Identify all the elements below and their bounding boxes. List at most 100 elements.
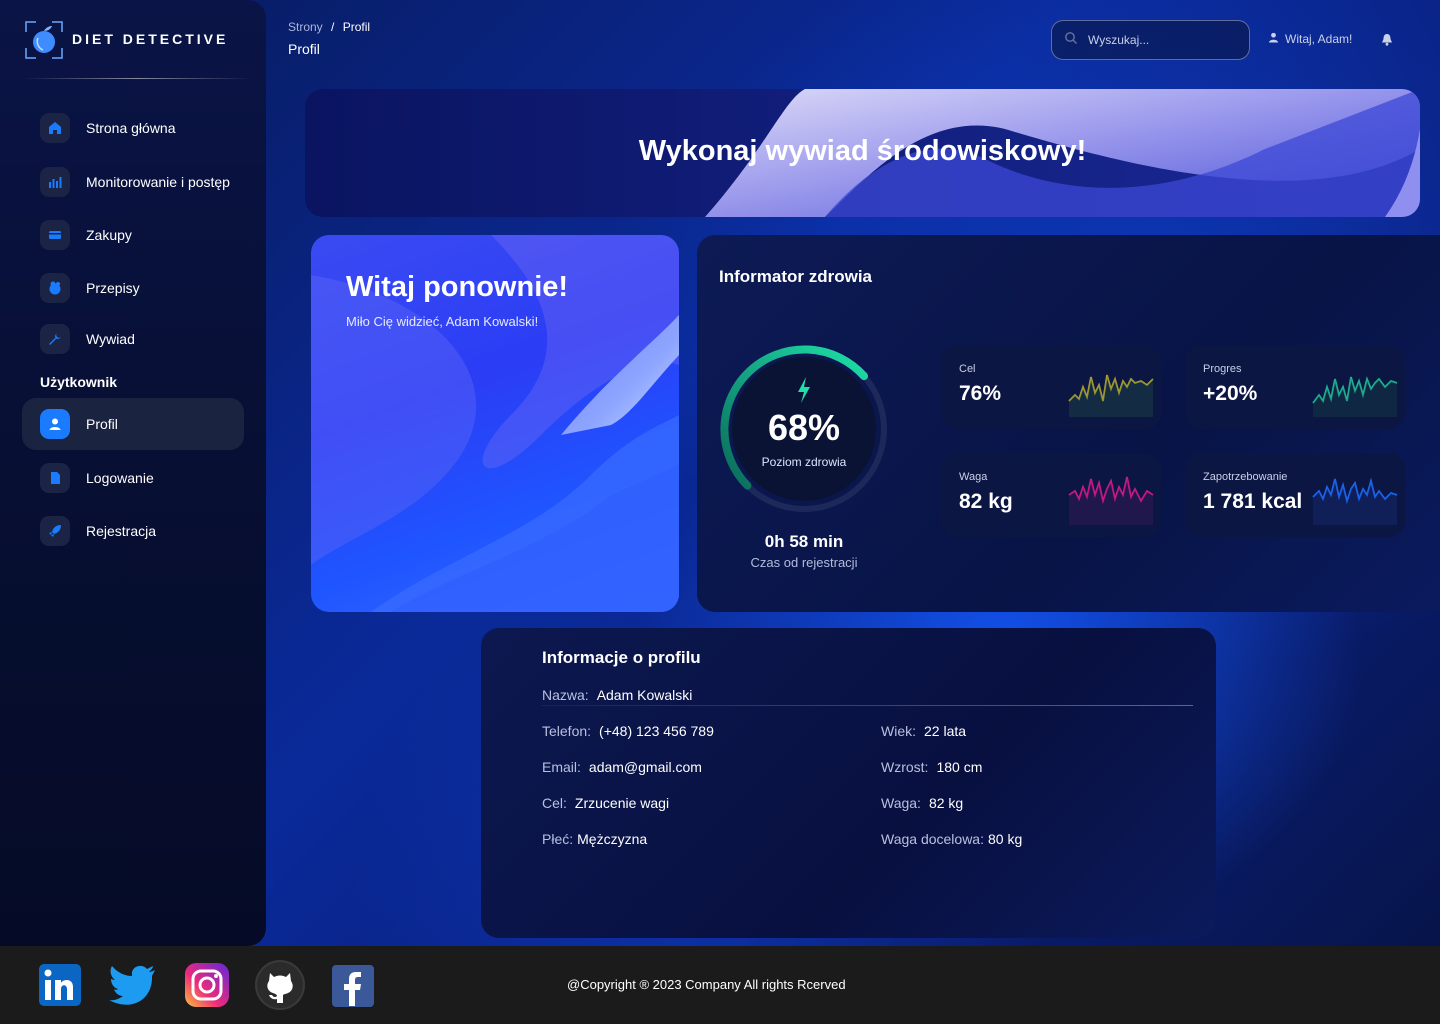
document-icon — [40, 463, 70, 493]
field-value: Mężczyzna — [577, 831, 648, 847]
field-key: Wiek: — [881, 723, 916, 739]
wrench-icon — [40, 324, 70, 354]
sidebar-item-label: Logowanie — [86, 470, 154, 486]
sidebar-item-label: Rejestracja — [86, 523, 157, 539]
sidebar-item-monitoring[interactable]: Monitorowanie i postęp — [22, 156, 244, 208]
health-info-card: Informator zdrowia 68% Poziom zdrowia 0h… — [697, 235, 1440, 612]
sidebar-divider — [22, 78, 252, 79]
stat-label: Waga — [959, 471, 988, 483]
sidebar: DIET DETECTIVE Strona główna Monitorowan… — [0, 0, 266, 946]
stat-value: 1 781 kcal — [1203, 490, 1303, 513]
brand-name: DIET DETECTIVE — [72, 31, 229, 47]
sidebar-item-label: Profil — [86, 416, 118, 432]
recipes-icon — [40, 273, 70, 303]
field-value: (+48) 123 456 789 — [599, 723, 714, 739]
copyright-text: @Copyright ® 2023 Company All rights Rce… — [567, 977, 846, 992]
stat-card-weight[interactable]: Waga 82 kg — [941, 453, 1161, 537]
sidebar-section-title: Użytkownik — [40, 374, 118, 390]
stat-label: Zapotrzebowanie — [1203, 471, 1288, 483]
sidebar-item-register[interactable]: Rejestracja — [22, 505, 244, 557]
sidebar-item-label: Strona główna — [86, 120, 176, 136]
profile-field-height: Wzrost: 180 cm — [881, 759, 982, 775]
profile-info-card: Informacje o profilu — [481, 628, 1216, 938]
sidebar-item-recipes[interactable]: Przepisy — [22, 262, 244, 314]
rocket-icon — [40, 516, 70, 546]
profile-field-goal: Cel: Zrzucenie wagi — [542, 795, 669, 811]
profile-field-name: Nazwa: Adam Kowalski — [542, 687, 692, 703]
field-key: Email: — [542, 759, 581, 775]
banner-title: Wykonaj wywiad środowiskowy! — [638, 135, 1087, 167]
user-menu[interactable]: Witaj, Adam! — [1268, 32, 1352, 46]
search-icon — [1064, 31, 1078, 50]
linkedin-icon[interactable] — [37, 962, 83, 1008]
bell-icon[interactable] — [1381, 33, 1393, 51]
breadcrumb-root[interactable]: Strony — [288, 20, 323, 34]
github-icon[interactable] — [254, 959, 306, 1011]
page-title: Profil — [288, 41, 320, 57]
instagram-icon[interactable] — [184, 962, 230, 1008]
gauge-value: 68% — [767, 407, 841, 448]
stat-card-goal[interactable]: Cel 76% — [941, 345, 1161, 429]
stat-card-progress[interactable]: Progres +20% — [1185, 345, 1405, 429]
search-input[interactable] — [1088, 33, 1238, 47]
sidebar-item-shopping[interactable]: Zakupy — [22, 209, 244, 261]
sidebar-item-interview[interactable]: Wywiad — [22, 313, 244, 365]
profile-title: Informacje o profilu — [542, 648, 701, 667]
profile-field-weight: Waga: 82 kg — [881, 795, 963, 811]
sidebar-item-login[interactable]: Logowanie — [22, 452, 244, 504]
field-key: Waga docelowa: — [881, 831, 984, 847]
profile-field-email: Email: adam@gmail.com — [542, 759, 702, 775]
breadcrumb-current: Profil — [342, 20, 371, 34]
facebook-icon[interactable] — [331, 964, 375, 1008]
field-value: 80 kg — [987, 831, 1023, 847]
sidebar-item-label: Monitorowanie i postęp — [86, 174, 230, 190]
brand[interactable]: DIET DETECTIVE — [24, 20, 229, 59]
field-value: 82 kg — [928, 795, 964, 811]
apple-logo-icon — [24, 20, 63, 59]
profile-field-phone: Telefon: (+48) 123 456 789 — [542, 723, 714, 739]
gauge-text: 68% Poziom zdrowia — [718, 235, 890, 535]
profile-divider — [541, 705, 1193, 706]
field-value: 180 cm — [936, 759, 983, 775]
search-box[interactable] — [1051, 20, 1250, 60]
gauge-label: Poziom zdrowia — [761, 455, 847, 469]
field-key: Cel: — [542, 795, 567, 811]
sidebar-item-label: Zakupy — [86, 227, 132, 243]
stat-card-calories[interactable]: Zapotrzebowanie 1 781 kcal — [1185, 453, 1405, 537]
field-key: Wzrost: — [881, 759, 929, 775]
welcome-title: Witaj ponownie! — [346, 271, 569, 303]
since-registration-value: 0h 58 min — [764, 532, 844, 551]
profile-field-target-weight: Waga docelowa: 80 kg — [881, 831, 1022, 847]
field-key: Nazwa: — [542, 687, 589, 703]
field-value: adam@gmail.com — [588, 759, 702, 775]
profile-field-age: Wiek: 22 lata — [881, 723, 966, 739]
welcome-card: Witaj ponownie! Miło Cię widzieć, Adam K… — [311, 235, 679, 612]
field-value: Adam Kowalski — [596, 687, 693, 703]
chart-icon — [40, 167, 70, 197]
field-value: 22 lata — [924, 723, 967, 739]
sparkline-chart — [1068, 374, 1154, 417]
user-icon — [1268, 32, 1279, 46]
sparkline-chart — [1312, 477, 1398, 525]
stat-label: Cel — [959, 363, 976, 375]
sparkline-chart — [1312, 376, 1398, 417]
stat-value: 76% — [959, 382, 1002, 405]
breadcrumb: Strony / Profil — [288, 20, 370, 34]
field-key: Waga: — [881, 795, 921, 811]
sidebar-item-label: Wywiad — [86, 331, 135, 347]
user-greeting: Witaj, Adam! — [1285, 32, 1353, 46]
interview-banner[interactable]: Wykonaj wywiad środowiskowy! — [305, 89, 1420, 217]
field-value: Zrzucenie wagi — [574, 795, 670, 811]
footer: @Copyright ® 2023 Company All rights Rce… — [0, 946, 1440, 1024]
sidebar-item-home[interactable]: Strona główna — [22, 102, 244, 154]
sparkline-chart — [1068, 476, 1154, 525]
sidebar-item-profile[interactable]: Profil — [22, 398, 244, 450]
stat-value: +20% — [1203, 382, 1258, 405]
since-registration-label: Czas od rejestracji — [750, 555, 858, 570]
field-key: Płeć: — [542, 831, 574, 847]
stat-value: 82 kg — [959, 490, 1013, 513]
profile-field-sex: Płeć: Mężczyzna — [542, 831, 647, 847]
twitter-icon[interactable] — [107, 962, 155, 1008]
home-icon — [40, 113, 70, 143]
credit-card-icon — [40, 220, 70, 250]
